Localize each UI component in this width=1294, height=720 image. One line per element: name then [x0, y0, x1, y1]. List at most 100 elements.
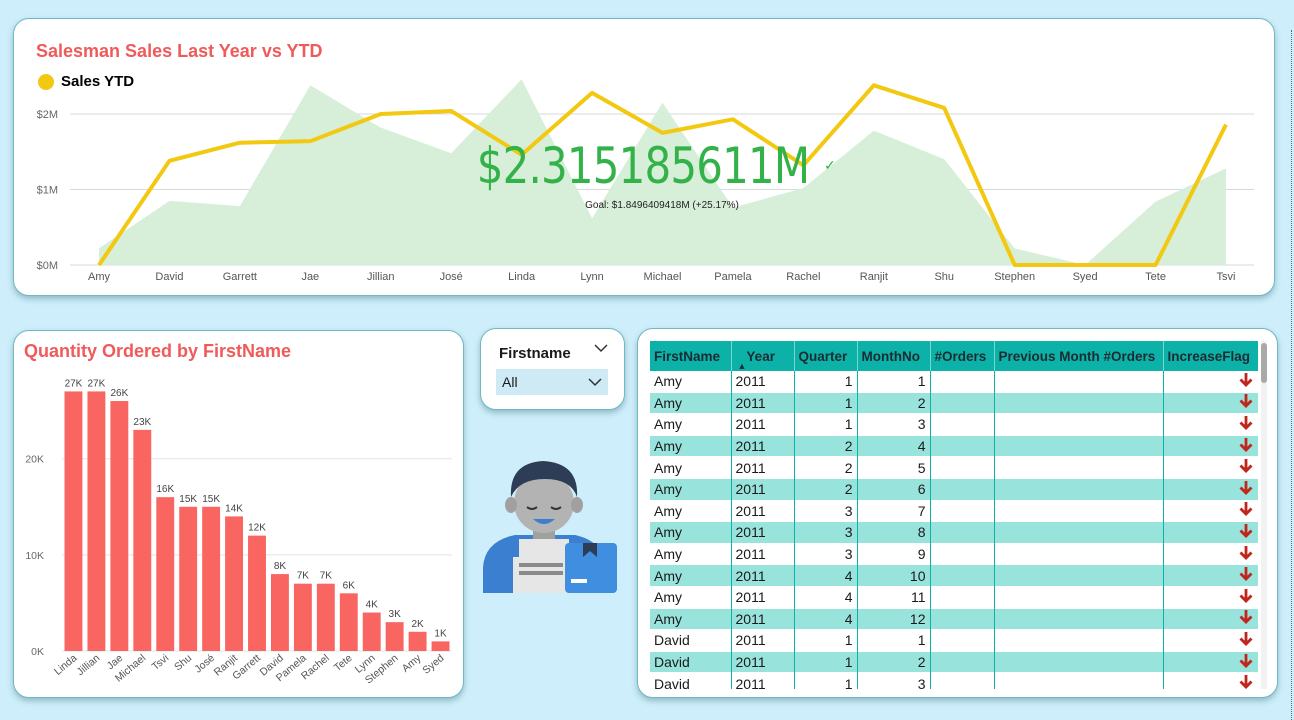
- table-row[interactable]: David 2011 1 3: [650, 672, 1258, 689]
- orders-table-card[interactable]: FirstName ▲Year Quarter MonthNo #Orders …: [637, 328, 1278, 698]
- qty-bar[interactable]: [270, 574, 289, 651]
- cell-previous-month-orders: [994, 608, 1164, 630]
- qty-data-label: 12K: [248, 523, 266, 534]
- table-row[interactable]: Amy 2011 4 10: [650, 564, 1258, 587]
- cell-monthno: 10: [857, 564, 931, 587]
- column-header-quarter[interactable]: Quarter: [794, 341, 858, 371]
- sales-x-label: Amy: [88, 271, 111, 283]
- cell-quarter: 1: [794, 392, 858, 414]
- cell-quarter: 1: [794, 413, 858, 436]
- cell-increaseflag: [1163, 543, 1258, 565]
- table-row[interactable]: Amy 2011 4 11: [650, 586, 1258, 609]
- slicer-collapse-chevron-icon[interactable]: [594, 343, 608, 353]
- table-row[interactable]: Amy 2011 1 3: [650, 413, 1258, 436]
- cell-firstname: Amy: [650, 456, 732, 479]
- qty-x-label: Syed: [420, 652, 446, 677]
- column-header-orders[interactable]: #Orders: [930, 341, 995, 371]
- cell-monthno: 2: [857, 651, 931, 673]
- table-row[interactable]: Amy 2011 2 6: [650, 478, 1258, 501]
- cell-quarter: 2: [794, 456, 858, 479]
- qty-data-label: 27K: [88, 378, 106, 389]
- cell-orders: [930, 500, 995, 522]
- table-row[interactable]: David 2011 1 2: [650, 651, 1258, 673]
- cell-quarter: 1: [794, 672, 858, 689]
- table-row[interactable]: David 2011 1 1: [650, 629, 1258, 652]
- cell-quarter: 4: [794, 608, 858, 630]
- slicer-dropdown[interactable]: All: [496, 369, 608, 395]
- qty-bar[interactable]: [202, 506, 221, 651]
- qty-bar[interactable]: [431, 641, 450, 651]
- sales-x-label: Tsvi: [1217, 271, 1236, 283]
- qty-bar[interactable]: [316, 583, 335, 651]
- column-header-year[interactable]: ▲Year: [731, 341, 795, 371]
- column-header-increaseflag[interactable]: IncreaseFlag: [1163, 341, 1258, 371]
- quantity-chart-card[interactable]: Quantity Ordered by FirstName 0K 10K 20K 27…: [13, 330, 464, 698]
- table-row[interactable]: Amy 2011 4 12: [650, 608, 1258, 630]
- qty-bar[interactable]: [293, 583, 312, 651]
- firstname-slicer[interactable]: Firstname All: [480, 328, 625, 410]
- qty-bar[interactable]: [87, 391, 106, 651]
- sales-chart-card[interactable]: Salesman Sales Last Year vs YTD Sales YT…: [13, 18, 1275, 296]
- cell-firstname: Amy: [650, 564, 732, 587]
- column-header-firstname[interactable]: FirstName: [650, 341, 732, 371]
- qty-y-tick: 10K: [25, 550, 44, 562]
- cell-year: 2011: [731, 435, 795, 457]
- orders-table-viewport[interactable]: FirstName ▲Year Quarter MonthNo #Orders …: [650, 341, 1258, 689]
- table-row[interactable]: Amy 2011 3 9: [650, 543, 1258, 565]
- sales-x-label: Shu: [934, 271, 954, 283]
- cell-firstname: Amy: [650, 392, 732, 414]
- qty-data-label: 6K: [343, 580, 356, 591]
- qty-bar[interactable]: [64, 391, 83, 651]
- qty-bar[interactable]: [248, 535, 266, 651]
- column-header-monthno[interactable]: MonthNo: [857, 341, 931, 371]
- sales-y-tick: $2M: [37, 109, 58, 121]
- cell-increaseflag: [1163, 500, 1258, 522]
- table-vertical-scrollbar[interactable]: [1261, 341, 1267, 689]
- cell-firstname: David: [650, 651, 732, 673]
- cell-increaseflag: [1163, 629, 1258, 652]
- cell-quarter: 3: [794, 543, 858, 565]
- table-row[interactable]: Amy 2011 1 1: [650, 371, 1258, 393]
- cell-year: 2011: [731, 543, 795, 565]
- cell-monthno: 11: [857, 586, 931, 609]
- down-arrow-icon: [1239, 372, 1252, 387]
- cell-quarter: 3: [794, 500, 858, 522]
- table-row[interactable]: Amy 2011 1 2: [650, 392, 1258, 414]
- qty-bar[interactable]: [385, 622, 404, 651]
- cell-orders: [930, 629, 995, 652]
- table-row[interactable]: Amy 2011 3 7: [650, 500, 1258, 522]
- qty-bar[interactable]: [362, 612, 381, 651]
- qty-bar[interactable]: [339, 593, 358, 651]
- sales-x-label: Stephen: [994, 271, 1035, 283]
- cell-firstname: Amy: [650, 435, 732, 457]
- cell-year: 2011: [731, 564, 795, 587]
- cell-monthno: 4: [857, 435, 931, 457]
- sales-x-label: Syed: [1073, 271, 1098, 283]
- cell-year: 2011: [731, 586, 795, 609]
- qty-bar[interactable]: [179, 506, 198, 651]
- qty-bar[interactable]: [110, 401, 129, 651]
- cell-monthno: 5: [857, 456, 931, 479]
- sales-x-label: Rachel: [786, 271, 820, 283]
- qty-bar[interactable]: [408, 631, 427, 651]
- qty-data-label: 3K: [389, 609, 402, 620]
- qty-x-label: Shu: [172, 652, 194, 673]
- qty-bar[interactable]: [225, 516, 244, 651]
- sales-x-label: Lynn: [580, 271, 603, 283]
- sales-x-label: Ranjit: [860, 271, 888, 283]
- qty-data-label: 14K: [225, 503, 243, 514]
- qty-bar[interactable]: [133, 429, 152, 651]
- column-header-previous-month-orders[interactable]: Previous Month #Orders: [994, 341, 1164, 371]
- cell-previous-month-orders: [994, 521, 1164, 544]
- table-row[interactable]: Amy 2011 2 5: [650, 456, 1258, 479]
- table-row[interactable]: Amy 2011 3 8: [650, 521, 1258, 544]
- qty-data-label: 4K: [366, 600, 379, 611]
- cell-orders: [930, 435, 995, 457]
- table-row[interactable]: Amy 2011 2 4: [650, 435, 1258, 457]
- cell-monthno: 12: [857, 608, 931, 630]
- cell-quarter: 2: [794, 478, 858, 501]
- cell-increaseflag: [1163, 456, 1258, 479]
- qty-bar[interactable]: [156, 497, 175, 651]
- cell-orders: [930, 651, 995, 673]
- scrollbar-thumb[interactable]: [1261, 343, 1267, 383]
